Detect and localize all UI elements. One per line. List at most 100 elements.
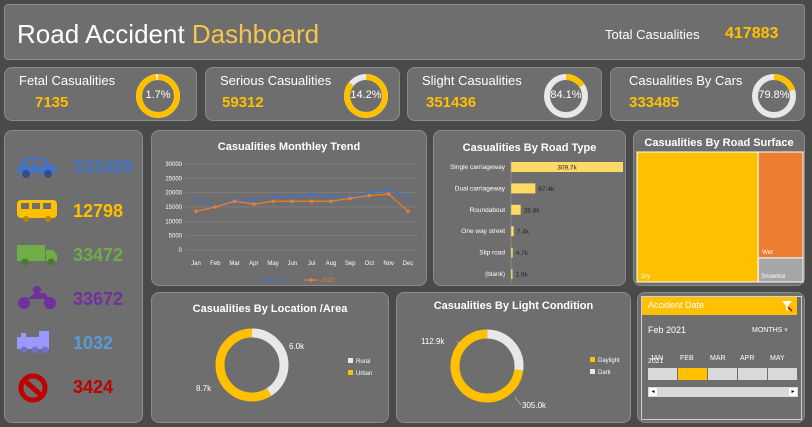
bar bbox=[511, 183, 536, 194]
legend-marker bbox=[265, 278, 269, 282]
bar-category-label: Roundabout bbox=[470, 207, 506, 214]
legend-marker bbox=[309, 278, 313, 282]
location-donut-chart: 6.0k 8.7k Rural Urban bbox=[196, 328, 372, 402]
bar-category-label: Slip road bbox=[479, 250, 505, 257]
legend-label: 2022 bbox=[321, 278, 335, 284]
y-tick-label: 15000 bbox=[165, 205, 182, 211]
month-label-may: MAY bbox=[770, 355, 785, 362]
road-surface-panel: Casualities By Road Surface Dry Wet Snow/i… bbox=[633, 130, 805, 286]
timeline-cell-may[interactable] bbox=[768, 368, 797, 380]
vehicle-row-motorcycle: 33672 bbox=[15, 281, 145, 321]
x-tick-label: Dec bbox=[403, 261, 414, 267]
x-tick-label: May bbox=[267, 261, 278, 267]
vehicle-value: 33472 bbox=[73, 245, 124, 265]
x-tick-label: Jun bbox=[288, 261, 298, 267]
y-tick-label: 0 bbox=[179, 248, 183, 254]
data-point bbox=[348, 196, 352, 201]
monthly-trend-chart: 0 5000 10000 15000 20000 25000 30000 Jan Feb Mar A… bbox=[165, 162, 418, 284]
x-tick-label: Sep bbox=[345, 261, 356, 267]
no-entry-icon bbox=[18, 373, 48, 403]
vehicle-value: 33672 bbox=[73, 289, 124, 309]
data-point bbox=[367, 193, 372, 198]
timeline-cell-mar[interactable] bbox=[708, 368, 737, 380]
kpi-card-cars: Casualities By Cars 333485 79.8% bbox=[610, 67, 805, 121]
donut-data-label: 112.9k bbox=[421, 337, 445, 346]
legend-swatch bbox=[590, 357, 595, 362]
bar bbox=[511, 204, 521, 215]
treemap-cell-wet bbox=[757, 151, 804, 259]
data-point bbox=[386, 192, 391, 196]
scroll-left-arrow[interactable]: ◂ bbox=[649, 388, 657, 396]
data-point bbox=[329, 195, 333, 199]
bar-data-label: 67.4k bbox=[538, 186, 555, 193]
treemap-cell-dry bbox=[636, 151, 759, 283]
treemap-label: Dry bbox=[641, 274, 650, 280]
data-point bbox=[386, 188, 391, 192]
bar-category-label: One way street bbox=[461, 228, 505, 235]
month-label-feb: FEB bbox=[680, 355, 694, 362]
vehicle-value: 333485 bbox=[73, 157, 134, 177]
kpi-value: 351436 bbox=[426, 94, 477, 111]
vehicle-value: 3424 bbox=[73, 377, 114, 397]
data-point bbox=[290, 195, 295, 199]
data-point bbox=[271, 199, 275, 204]
legend-label: Daylight bbox=[598, 358, 620, 364]
data-point bbox=[232, 199, 237, 204]
granularity-select[interactable]: MONTHS ▾ bbox=[752, 326, 788, 334]
data-point bbox=[194, 196, 198, 201]
kpi-name: Slight Casualities bbox=[422, 73, 522, 88]
clear-filter-icon[interactable] bbox=[781, 300, 793, 312]
total-casualities-label: Total Casualities bbox=[605, 27, 700, 42]
vehicle-row-car: 333485 bbox=[15, 149, 145, 189]
vehicle-row-bus: 12798 bbox=[15, 193, 145, 233]
kpi-name: Serious Casualities bbox=[220, 73, 332, 88]
donut-data-label: 8.7k bbox=[196, 384, 212, 393]
bar-data-label: 309.7k bbox=[557, 165, 577, 172]
legend-label: Urban bbox=[356, 371, 372, 377]
data-point bbox=[213, 205, 218, 209]
kpi-percent: 14.2% bbox=[350, 89, 382, 101]
timeline-cell-apr[interactable] bbox=[738, 368, 767, 380]
data-point bbox=[252, 198, 256, 202]
slicer-selected-period: Feb 2021 bbox=[648, 325, 687, 335]
bar-category-label: Dual carriageway bbox=[455, 185, 506, 192]
road-surface-treemap: Dry Wet Snow/ice bbox=[636, 151, 804, 283]
leader-line bbox=[514, 396, 522, 406]
title-bar: Road Accident Dashboard Total Casualitie… bbox=[4, 4, 805, 60]
vehicle-value: 1032 bbox=[73, 333, 114, 353]
date-slicer-panel: Accident Date Feb 2021 MONTHS ▾ JAN FEB MA… bbox=[637, 292, 805, 423]
x-tick-label: Jan bbox=[191, 261, 201, 267]
car-icon bbox=[17, 158, 57, 178]
data-point bbox=[406, 209, 410, 214]
road-type-panel: Casualities By Road Type Single carriage… bbox=[433, 130, 626, 286]
kpi-value: 7135 bbox=[35, 94, 69, 111]
page-title: Road Accident Dashboard bbox=[17, 19, 320, 49]
x-tick-label: Oct bbox=[365, 261, 375, 267]
timeline-cell-jan[interactable] bbox=[648, 368, 677, 380]
data-point bbox=[252, 202, 256, 206]
timeline-scrollbar[interactable]: ◂ ▸ bbox=[648, 387, 798, 397]
data-point bbox=[329, 199, 333, 204]
series-line-2021 bbox=[195, 189, 409, 208]
timeline-cell-feb[interactable] bbox=[678, 368, 707, 380]
slicer-header: Accident Date bbox=[642, 297, 797, 315]
kpi-value: 333485 bbox=[629, 94, 680, 111]
bar-data-label: 4.7k bbox=[516, 250, 529, 257]
scroll-right-arrow[interactable]: ▸ bbox=[789, 388, 797, 396]
legend-swatch bbox=[348, 358, 353, 363]
bar-data-label: 26.8k bbox=[524, 207, 541, 214]
kpi-value: 59312 bbox=[222, 94, 264, 111]
y-tick-label: 30000 bbox=[165, 162, 182, 168]
total-casualities-value: 417883 bbox=[725, 25, 779, 42]
data-point bbox=[271, 195, 275, 199]
bar bbox=[511, 247, 513, 258]
bar-category-label: (blank) bbox=[485, 271, 505, 278]
kpi-name: Fetal Casualities bbox=[19, 73, 116, 88]
legend-swatch bbox=[348, 370, 353, 375]
motorcycle-icon bbox=[18, 286, 56, 309]
y-tick-label: 25000 bbox=[165, 176, 182, 182]
legend-label: Dark bbox=[598, 370, 612, 376]
location-panel: Casualities By Location /Area 6.0k 8.7k Ru… bbox=[151, 292, 389, 423]
vehicle-value: 12798 bbox=[73, 201, 124, 221]
x-tick-label: Aug bbox=[326, 261, 337, 267]
